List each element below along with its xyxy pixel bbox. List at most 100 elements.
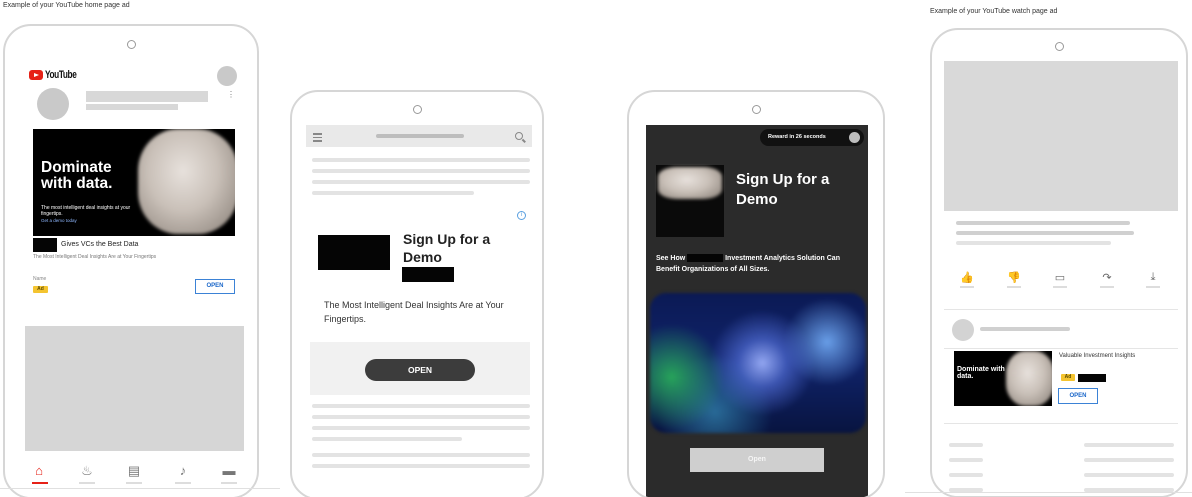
account-avatar[interactable] — [217, 66, 237, 86]
text-line — [312, 169, 530, 173]
home-ad-hero[interactable]: Dominate with data. The most intelligent… — [33, 129, 235, 236]
home-phone-base-line — [0, 488, 280, 489]
text-line — [312, 453, 530, 457]
home-open-button[interactable]: OPEN — [195, 279, 235, 294]
mobile-web-phone: i Sign Up for a Demo The Most Intelligen… — [290, 90, 544, 497]
video-meta-line — [956, 241, 1111, 245]
web-ad-description: The Most Intelligent Deal Insights Are a… — [324, 300, 504, 325]
youtube-play-icon — [29, 70, 43, 80]
hamburger-menu-icon[interactable] — [313, 133, 322, 144]
redacted-brand — [687, 254, 724, 263]
watch-phone-base-line — [905, 492, 1192, 493]
list-line — [949, 443, 983, 447]
watch-page-phone: 👍 👎 ▭ ↷ ⤓ Dominate with data. Valuable I… — [930, 28, 1188, 497]
reward-headline: Sign Up for a Demo — [736, 171, 830, 209]
channel-avatar[interactable] — [952, 319, 974, 341]
subtitle-placeholder — [86, 104, 178, 110]
video-title-line — [956, 231, 1134, 235]
library-icon[interactable]: ▬ — [219, 463, 239, 478]
watch-screen: 👍 👎 ▭ ↷ ⤓ Dominate with data. Valuable I… — [944, 61, 1178, 496]
home-ad-headline[interactable]: Gives VCs the Best Data — [61, 241, 138, 248]
camera-icon — [126, 40, 136, 49]
youtube-logo: YouTube — [29, 69, 87, 81]
url-placeholder — [376, 134, 464, 138]
camera-icon — [412, 105, 422, 114]
watch-ad-title[interactable]: Valuable Investment Insights — [1059, 352, 1139, 361]
reward-open-button[interactable]: Open — [690, 448, 824, 472]
web-ad-card[interactable]: i Sign Up for a Demo The Most Intelligen… — [310, 209, 530, 395]
home-ad-advertiser: Name — [33, 276, 47, 282]
web-ad-headline: Sign Up for a Demo — [403, 231, 491, 266]
text-line — [312, 426, 530, 430]
reward-countdown: Reward in 26 seconds — [760, 129, 864, 146]
home-hero-subtitle: The most intelligent deal insights at yo… — [41, 205, 131, 218]
home-ad-badge: Ad — [33, 286, 48, 293]
list-line — [1084, 443, 1174, 447]
watch-caption: Example of your YouTube watch page ad — [930, 8, 1058, 15]
home-active-indicator — [32, 482, 48, 484]
home-hero-link[interactable]: Get a demo today — [41, 218, 77, 224]
more-options-icon[interactable]: ⋮ — [227, 90, 235, 99]
redacted-advertiser — [1078, 374, 1106, 382]
text-line — [312, 158, 530, 162]
watch-ad-badge: Ad — [1061, 374, 1075, 381]
text-line — [312, 191, 474, 195]
reward-video[interactable] — [650, 293, 866, 433]
reward-description: See How Investment Analytics Solution Ca… — [656, 254, 851, 276]
text-line — [312, 464, 530, 468]
home-ad-description: The Most Intelligent Deal Insights Are a… — [33, 254, 157, 260]
home-hero-face — [138, 129, 235, 234]
home-icon[interactable]: ⌂ — [29, 463, 49, 478]
watch-ad-hero[interactable]: Dominate with data. — [954, 351, 1052, 406]
video-title-line — [956, 221, 1130, 225]
text-line — [312, 437, 462, 441]
trending-label — [79, 482, 95, 484]
home-screen: YouTube ⋮ Dominate with data. The most i… — [17, 61, 247, 497]
web-open-button[interactable]: OPEN — [365, 359, 475, 381]
redacted-brand — [33, 238, 57, 252]
reward-countdown-text: Reward in 26 seconds — [768, 134, 826, 140]
list-line — [949, 473, 983, 477]
adchoices-info-icon[interactable]: i — [517, 211, 526, 220]
trending-icon[interactable]: ♨ — [77, 463, 97, 479]
subscriptions-label — [126, 482, 142, 484]
reward-close-icon[interactable] — [849, 132, 860, 143]
bottom-nav: ⌂ ♨ ▤ ♪ ▬ — [17, 459, 247, 497]
divider — [944, 423, 1178, 424]
download-icon[interactable]: ⤓ — [1142, 271, 1164, 288]
channel-name-line — [980, 327, 1070, 331]
rewarded-screen: Reward in 26 seconds Sign Up for a Demo … — [646, 125, 868, 497]
mobile-web-screen: i Sign Up for a Demo The Most Intelligen… — [306, 125, 532, 497]
redacted-logo — [318, 235, 390, 270]
subscriptions-icon[interactable]: ▤ — [124, 463, 144, 479]
youtube-logo-text: YouTube — [45, 69, 77, 81]
reward-thumbnail-face — [658, 167, 722, 199]
search-icon[interactable] — [515, 132, 523, 140]
home-hero-title: Dominate with data. — [41, 159, 113, 193]
watch-hero-title: Dominate with data. — [957, 366, 1005, 381]
comment-icon[interactable]: ▭ — [1049, 271, 1071, 288]
like-icon[interactable]: 👍 — [956, 271, 978, 288]
divider — [944, 348, 1178, 349]
notifications-icon[interactable]: ♪ — [173, 463, 193, 478]
share-icon[interactable]: ↷ — [1096, 271, 1118, 288]
watch-video-player[interactable] — [944, 61, 1178, 211]
camera-icon — [751, 105, 761, 114]
watch-open-button[interactable]: OPEN — [1058, 388, 1098, 404]
title-placeholder — [86, 91, 208, 102]
rewarded-ad-phone: Reward in 26 seconds Sign Up for a Demo … — [627, 90, 885, 497]
text-line — [312, 415, 530, 419]
text-line — [312, 404, 530, 408]
list-line — [949, 458, 983, 462]
text-line — [312, 180, 530, 184]
channel-avatar[interactable] — [37, 88, 69, 120]
camera-icon — [1054, 42, 1064, 51]
watch-hero-face — [1006, 351, 1052, 406]
home-caption: Example of your YouTube home page ad — [3, 2, 130, 9]
dislike-icon[interactable]: 👎 — [1003, 271, 1025, 288]
library-label — [221, 482, 237, 484]
divider — [944, 309, 1178, 310]
redacted-headline-word — [402, 267, 454, 282]
list-line — [1084, 458, 1174, 462]
reward-description-before: See How — [656, 255, 686, 262]
